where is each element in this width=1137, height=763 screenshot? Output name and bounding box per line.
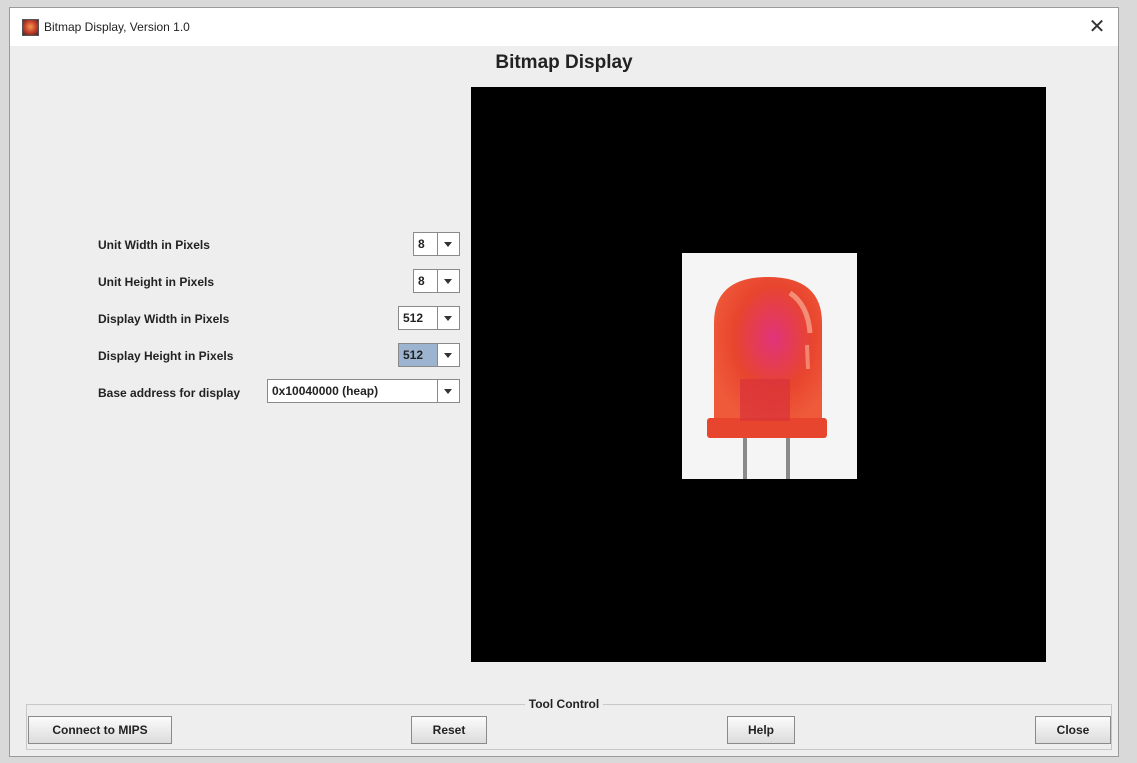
display-width-select[interactable]: 512 [398,306,460,330]
close-icon[interactable]: ✕ [1084,14,1110,40]
page-title: Bitmap Display [495,52,633,73]
unit-width-label: Unit Width in Pixels [98,238,210,252]
display-width-label: Display Width in Pixels [98,312,230,326]
unit-width-select[interactable]: 8 [413,232,460,256]
led-icon [707,277,827,479]
chevron-down-icon[interactable] [437,344,459,366]
window-title: Bitmap Display, Version 1.0 [44,20,190,34]
tool-control-label-text: Tool Control [524,697,604,711]
led-image [682,253,857,479]
unit-width-value: 8 [418,237,425,251]
bitmap-canvas [471,87,1046,662]
close-button[interactable]: Close [1035,716,1111,744]
tool-control-label: Tool Control [10,697,1118,711]
base-address-select[interactable]: 0x10040000 (heap) [267,379,460,403]
connect-to-mips-button[interactable]: Connect to MIPS [28,716,172,744]
bitmap-display-window: Bitmap Display, Version 1.0 ✕ Bitmap Dis… [9,7,1119,757]
chevron-down-icon[interactable] [437,307,459,329]
chevron-down-icon[interactable] [437,380,459,402]
display-height-label: Display Height in Pixels [98,349,234,363]
app-icon [22,19,39,36]
chevron-down-icon[interactable] [437,270,459,292]
help-button[interactable]: Help [727,716,795,744]
unit-height-select[interactable]: 8 [413,269,460,293]
display-height-select[interactable]: 512 [398,343,460,367]
chevron-down-icon[interactable] [437,233,459,255]
display-width-value: 512 [403,311,424,325]
base-address-label: Base address for display [98,386,241,400]
title-bar: Bitmap Display, Version 1.0 ✕ [10,8,1118,46]
display-height-value: 512 [403,348,424,362]
unit-height-value: 8 [418,274,425,288]
unit-height-label: Unit Height in Pixels [98,275,215,289]
reset-button[interactable]: Reset [411,716,487,744]
base-address-value: 0x10040000 (heap) [272,384,379,398]
